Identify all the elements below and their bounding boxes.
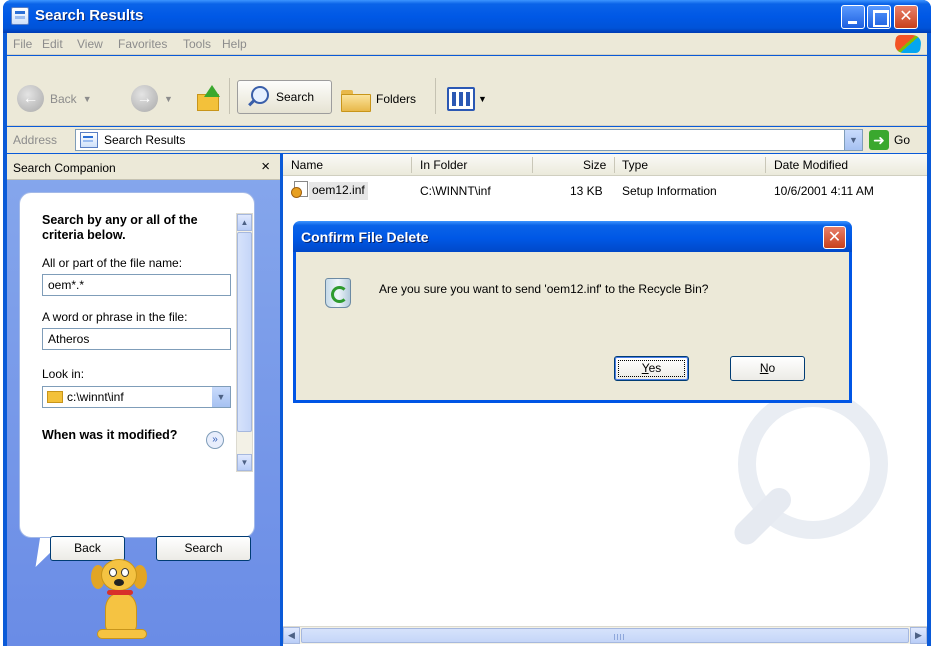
back-button[interactable]: ← Back ▼ xyxy=(17,85,92,112)
views-icon xyxy=(447,87,475,111)
scroll-grip-icon xyxy=(614,634,624,640)
minimize-button[interactable] xyxy=(841,5,865,29)
row-name[interactable]: oem12.inf xyxy=(309,182,368,200)
folders-label: Folders xyxy=(376,92,417,106)
address-label: Address xyxy=(13,133,58,147)
companion-close-icon[interactable]: × xyxy=(261,158,270,175)
toolbar-separator-2 xyxy=(435,78,436,114)
up-folder-button[interactable] xyxy=(195,85,221,111)
lookin-value: c:\winnt\inf xyxy=(67,390,124,404)
go-label: Go xyxy=(894,133,911,147)
search-icon xyxy=(248,86,270,108)
criteria-title: Search by any or all of the criteria bel… xyxy=(42,213,198,242)
search-results-icon xyxy=(11,7,29,25)
row-date: 10/6/2001 4:11 AM xyxy=(774,184,874,198)
column-header: Name In Folder Size Type Date Modified xyxy=(283,154,927,176)
expand-chevron-icon[interactable]: » xyxy=(206,431,224,449)
dialog-close-button[interactable]: ✕ xyxy=(823,226,846,249)
toolbar-separator xyxy=(229,78,230,114)
folders-icon xyxy=(341,88,371,112)
back-pane-button[interactable]: Back xyxy=(50,536,125,561)
companion-header: Search Companion × xyxy=(7,154,280,180)
scroll-thumb[interactable] xyxy=(237,232,252,432)
yes-button[interactable]: Yes xyxy=(614,356,689,381)
menu-help[interactable]: Help xyxy=(222,37,247,51)
focus-rectangle xyxy=(618,360,685,377)
views-dropdown-icon: ▼ xyxy=(478,94,487,104)
back-arrow-icon: ← xyxy=(17,85,44,112)
search-toolbar-button[interactable]: Search xyxy=(237,80,332,114)
scroll-left-icon[interactable]: ◀ xyxy=(283,627,300,644)
criteria-scrollbar[interactable]: ▲ ▼ xyxy=(236,213,253,472)
address-bar: Address Search Results ▼ ➜ Go xyxy=(7,127,927,153)
column-date-modified[interactable]: Date Modified xyxy=(774,158,848,172)
forward-button[interactable]: → ▼ xyxy=(131,85,173,112)
address-dropdown-icon[interactable]: ▼ xyxy=(844,130,862,150)
column-size[interactable]: Size xyxy=(583,158,606,172)
lookin-label: Look in: xyxy=(42,367,85,381)
window-title: Search Results xyxy=(35,7,144,24)
up-folder-icon xyxy=(195,85,221,111)
when-modified-label: When was it modified? xyxy=(42,428,178,442)
phrase-label: A word or phrase in the file: xyxy=(42,310,188,324)
address-field[interactable]: Search Results ▼ xyxy=(75,129,863,151)
row-size: 13 KB xyxy=(570,184,603,198)
dialog-title-bar[interactable]: Confirm File Delete ✕ xyxy=(293,221,852,252)
explorer-window: Search Results ✕ File Edit View Favorite… xyxy=(3,0,931,646)
horizontal-scrollbar[interactable]: ◀ ▶ xyxy=(283,626,927,644)
back-dropdown-icon[interactable]: ▼ xyxy=(83,94,92,104)
forward-arrow-icon: → xyxy=(131,85,158,112)
go-arrow-icon: ➜ xyxy=(869,130,889,150)
row-type: Setup Information xyxy=(622,184,717,198)
search-companion-pane: Search Companion × Search by any or all … xyxy=(7,154,280,646)
menu-edit[interactable]: Edit xyxy=(42,37,63,51)
menu-bar: File Edit View Favorites Tools Help xyxy=(7,33,927,55)
lookin-dropdown-icon[interactable]: ▼ xyxy=(212,387,230,407)
recycle-bin-icon xyxy=(322,274,352,308)
go-button[interactable]: ➜ Go xyxy=(869,130,910,150)
phrase-input[interactable]: Atheros xyxy=(42,328,231,350)
search-criteria-panel: Search by any or all of the criteria bel… xyxy=(19,192,255,561)
menu-favorites[interactable]: Favorites xyxy=(118,37,167,51)
search-assistant-dog[interactable] xyxy=(87,559,157,639)
search-label: Search xyxy=(276,90,315,104)
views-button[interactable]: ▼ xyxy=(447,87,487,111)
folders-button[interactable]: Folders xyxy=(341,88,417,112)
filename-label: All or part of the file name: xyxy=(42,256,183,270)
setup-file-icon xyxy=(291,181,309,198)
folder-icon xyxy=(47,391,63,403)
maximize-button[interactable] xyxy=(867,5,891,29)
menu-tools[interactable]: Tools xyxy=(183,37,211,51)
search-results-icon xyxy=(80,132,98,148)
confirm-delete-dialog: Confirm File Delete ✕ Are you sure you w… xyxy=(293,221,852,403)
close-button[interactable]: ✕ xyxy=(894,5,918,29)
menu-file[interactable]: File xyxy=(13,37,32,51)
no-label: o xyxy=(768,361,776,375)
dialog-title: Confirm File Delete xyxy=(301,229,429,245)
row-folder: C:\WINNT\inf xyxy=(420,184,491,198)
search-pane-button[interactable]: Search xyxy=(156,536,251,561)
lookin-select[interactable]: c:\winnt\inf ▼ xyxy=(42,386,231,408)
dialog-message: Are you sure you want to send 'oem12.inf… xyxy=(379,282,709,296)
filename-input[interactable]: oem*.* xyxy=(42,274,231,296)
no-button[interactable]: No xyxy=(730,356,805,381)
title-bar[interactable]: Search Results ✕ xyxy=(3,0,931,33)
dialog-body: Are you sure you want to send 'oem12.inf… xyxy=(296,252,849,400)
column-in-folder[interactable]: In Folder xyxy=(420,158,467,172)
windows-logo-icon xyxy=(893,35,923,53)
companion-title: Search Companion xyxy=(13,161,116,175)
scroll-down-icon[interactable]: ▼ xyxy=(237,454,252,471)
column-name[interactable]: Name xyxy=(291,158,323,172)
column-type[interactable]: Type xyxy=(622,158,648,172)
criteria-scroll-area: Search by any or all of the criteria bel… xyxy=(20,193,232,483)
forward-dropdown-icon[interactable]: ▼ xyxy=(164,94,173,104)
scroll-up-icon[interactable]: ▲ xyxy=(237,214,252,231)
menu-view[interactable]: View xyxy=(77,37,103,51)
address-value: Search Results xyxy=(104,133,186,147)
horizontal-scroll-thumb[interactable] xyxy=(301,628,909,643)
scroll-right-icon[interactable]: ▶ xyxy=(910,627,927,644)
back-label: Back xyxy=(50,91,77,106)
toolbar: ← Back ▼ → ▼ Search Folders ▼ xyxy=(7,56,927,126)
